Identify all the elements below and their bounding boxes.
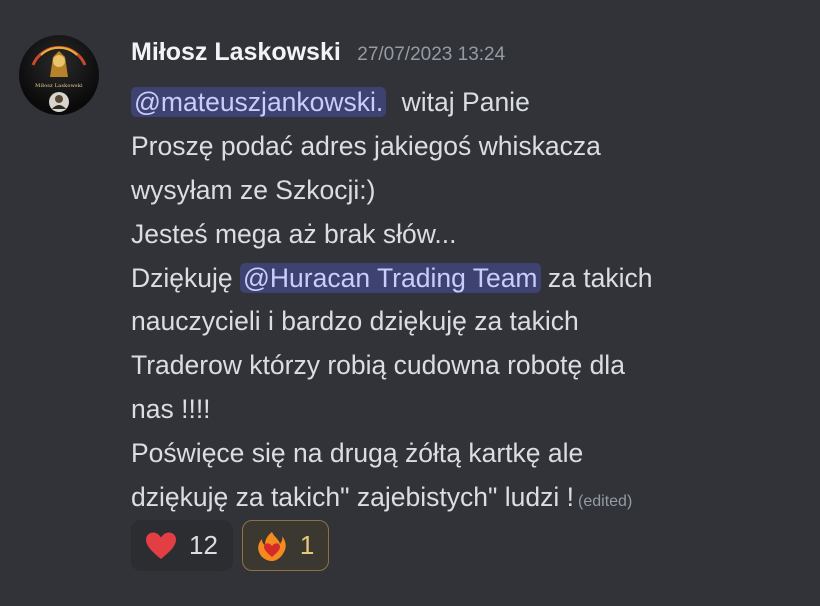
message-line: Poświęce się na drugą żółtą kartkę ale — [131, 432, 811, 476]
role-mention[interactable]: @Huracan Trading Team — [240, 262, 541, 293]
message-line: @mateuszjankowski. witaj Panie — [131, 81, 811, 125]
message-line: nauczycieli i bardzo dziękuję za takich — [131, 300, 811, 344]
avatar-name-text: Miłosz Laskowski — [35, 83, 83, 89]
edited-indicator: (edited) — [578, 493, 633, 511]
message-text: nas !!!! — [131, 394, 211, 425]
message-text: Poświęce się na drugą żółtą kartkę ale — [131, 438, 584, 469]
message-line: Dziękuję @Huracan Trading Team za takich — [131, 257, 811, 301]
message-text: dziękuję za takich" zajebistych" ludzi ! — [131, 482, 575, 513]
message-text: za takich — [540, 262, 653, 293]
reaction-fire-heart[interactable]: 1 — [241, 520, 330, 571]
message-timestamp[interactable]: 27/07/2023 13:24 — [357, 44, 505, 65]
author-name[interactable]: Miłosz Laskowski — [131, 38, 341, 66]
message-line: Jesteś mega aż brak słów... — [131, 213, 811, 257]
message-text: Dziękuję — [131, 262, 240, 293]
message-line: Traderow którzy robią cudowna robotę dla — [131, 344, 811, 388]
message-text: nauczycieli i bardzo dziękuję za takich — [131, 306, 579, 337]
chat-message: Miłosz Laskowski Miłosz Laskowski 27/07/… — [0, 0, 820, 606]
message-line: Proszę podać adres jakiegoś whiskacza — [131, 125, 811, 169]
reaction-count: 12 — [189, 530, 218, 560]
message-line: wysyłam ze Szkocji:) — [131, 169, 811, 213]
message-line: dziękuję za takich" zajebistych" ludzi !… — [131, 476, 811, 520]
heart-emoji-icon — [146, 532, 176, 559]
author-avatar[interactable]: Miłosz Laskowski — [19, 35, 99, 115]
avatar-artwork — [31, 45, 87, 112]
message-text: witaj Panie — [394, 87, 530, 117]
reactions-bar: 12 1 — [131, 520, 330, 571]
message-text: Traderow którzy robią cudowna robotę dla — [131, 350, 625, 381]
message-text: wysyłam ze Szkocji:) — [131, 174, 376, 205]
message-text: Jesteś mega aż brak słów... — [131, 218, 457, 249]
fire-heart-emoji-icon — [258, 531, 286, 561]
message-line: nas !!!! — [131, 388, 811, 432]
reaction-count: 1 — [299, 530, 315, 560]
message-text: Proszę podać adres jakiegoś whiskacza — [131, 130, 601, 161]
message-content: @mateuszjankowski. witaj Panie Proszę po… — [131, 81, 811, 520]
message-header: Miłosz Laskowski 27/07/2023 13:24 — [131, 38, 505, 67]
reaction-heart[interactable]: 12 — [131, 520, 233, 571]
user-mention[interactable]: @mateuszjankowski. — [131, 87, 387, 117]
